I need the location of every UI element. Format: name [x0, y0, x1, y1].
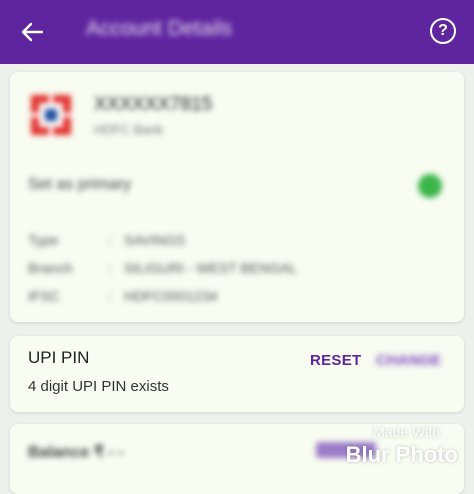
account-card: XXXXXX7815 HDFC Bank Set as primary Type…	[10, 72, 464, 322]
upi-pin-title: UPI PIN	[28, 348, 90, 367]
page-title: Account Details	[86, 17, 232, 40]
bank-name: HDFC Bank	[94, 122, 164, 137]
reset-pin-button[interactable]: RESET	[310, 352, 362, 369]
detail-separator: :	[108, 260, 112, 276]
detail-label: IFSC	[28, 288, 60, 304]
watermark-line-2: Blur Photo	[345, 442, 458, 467]
detail-value: SILIGURI - WEST BENGAL	[124, 260, 298, 276]
set-primary-label: Set as primary	[28, 176, 132, 193]
detail-label: Branch	[28, 260, 73, 276]
back-button[interactable]	[14, 14, 50, 50]
watermark-line-1: Made With	[373, 424, 440, 440]
balance-label: Balance ₹ - -	[28, 444, 124, 461]
help-button[interactable]: ?	[430, 18, 456, 44]
change-pin-button[interactable]: CHANGE	[376, 352, 441, 369]
bank-logo-icon	[30, 94, 72, 136]
detail-label: Type	[28, 232, 59, 248]
detail-row-branch: Branch: SILIGURI - WEST BENGAL	[28, 260, 297, 276]
detail-row-ifsc: IFSC: HDFC0001234	[28, 288, 217, 304]
detail-separator: :	[108, 232, 112, 248]
detail-value: SAVINGS	[124, 232, 186, 248]
set-primary-toggle[interactable]	[418, 174, 442, 198]
upi-pin-status: 4 digit UPI PIN exists	[28, 378, 169, 395]
help-icon: ?	[438, 22, 448, 39]
detail-value: HDFC0001234	[124, 288, 218, 304]
app-bar: Account Details ?	[0, 0, 474, 64]
upi-pin-card: UPI PIN 4 digit UPI PIN exists RESET CHA…	[10, 336, 464, 412]
detail-row-type: Type: SAVINGS	[28, 232, 185, 248]
detail-separator: :	[108, 288, 112, 304]
account-number: XXXXXX7815	[94, 94, 213, 115]
back-arrow-icon	[21, 22, 43, 42]
